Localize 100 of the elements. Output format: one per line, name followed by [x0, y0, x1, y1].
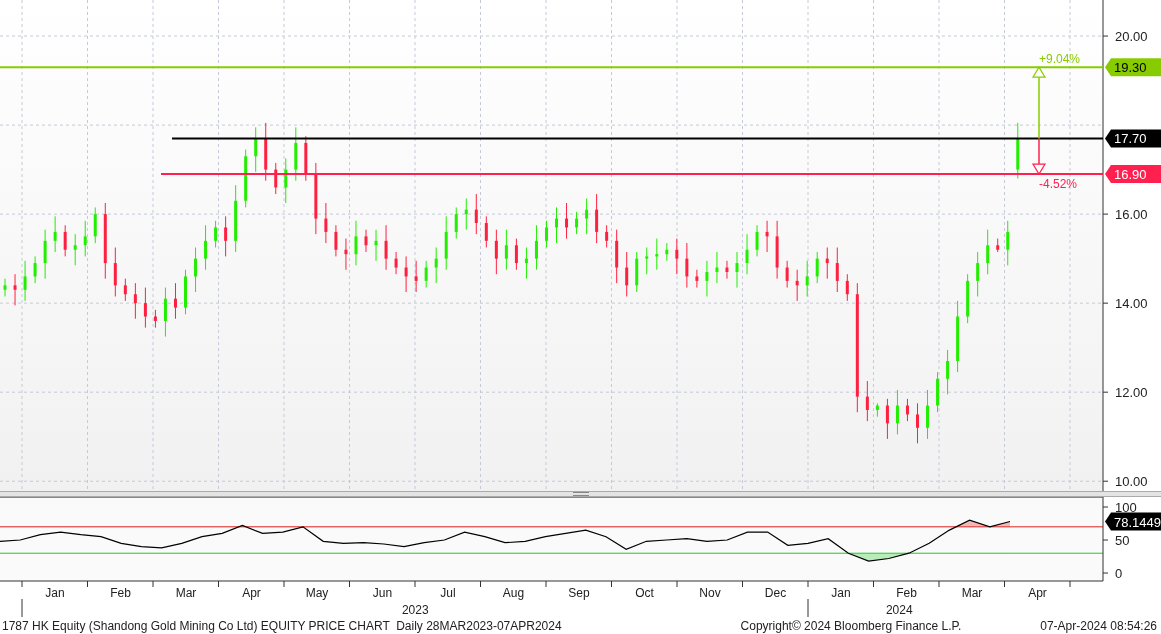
axis-label: 20.00 — [1115, 29, 1148, 45]
candlestick — [996, 238, 1000, 253]
ref-line-label: 19.30 — [1114, 60, 1147, 76]
candlestick — [966, 273, 970, 324]
ref-line-label: 16.90 — [1114, 167, 1147, 183]
candlestick — [73, 233, 77, 266]
candlestick — [1006, 220, 1010, 266]
axis-label: 50 — [1115, 533, 1130, 548]
candlestick — [565, 202, 569, 240]
candlestick — [454, 206, 458, 240]
candlestick — [434, 247, 438, 284]
candlestick — [254, 126, 258, 173]
candlestick — [354, 220, 358, 266]
candlestick — [514, 238, 518, 271]
candlestick — [304, 135, 308, 182]
candlestick — [534, 224, 538, 271]
candlestick — [444, 215, 448, 271]
candlestick — [3, 278, 7, 297]
candlestick — [976, 251, 980, 297]
percent-label: +9.04% — [1039, 52, 1081, 67]
level-line[interactable] — [171, 137, 1104, 140]
candlestick — [274, 162, 278, 195]
candlestick — [885, 398, 889, 440]
candlestick — [194, 247, 198, 293]
candlestick — [645, 247, 649, 275]
candlestick — [364, 229, 368, 253]
candlestick — [655, 238, 659, 271]
candlestick — [715, 251, 719, 284]
month-label: May — [305, 586, 329, 600]
candlestick — [484, 215, 488, 248]
candlestick — [344, 238, 348, 271]
candlestick — [163, 287, 167, 338]
candlestick — [735, 251, 739, 289]
candlestick — [675, 238, 679, 275]
candlestick — [494, 229, 498, 275]
candlestick — [404, 255, 408, 293]
month-label: Feb — [110, 586, 131, 600]
price-tag: 16.90 — [1105, 165, 1161, 184]
month-label: Jul — [440, 586, 456, 600]
month-label: Mar — [175, 586, 197, 600]
candlestick — [905, 398, 909, 422]
candlestick — [414, 260, 418, 293]
month-label: Dec — [764, 586, 787, 600]
candlestick — [665, 242, 669, 262]
candlestick — [725, 260, 729, 280]
candlestick — [93, 206, 97, 244]
candlestick — [43, 229, 47, 280]
candlestick — [916, 402, 919, 444]
candlestick — [23, 260, 27, 302]
candlestick — [334, 224, 338, 257]
candlestick — [264, 122, 268, 182]
candlestick — [214, 220, 218, 248]
candlestick — [835, 247, 839, 293]
candlestick — [825, 247, 829, 280]
axis-label: 14.00 — [1115, 296, 1148, 312]
candlestick — [224, 215, 228, 257]
candlestick — [575, 211, 579, 235]
candlestick — [153, 309, 157, 329]
level-line[interactable] — [160, 173, 1104, 176]
month-label: Sep — [568, 586, 590, 600]
candlestick — [685, 242, 689, 289]
candlestick — [294, 126, 298, 182]
candlestick — [374, 229, 378, 262]
candlestick — [234, 184, 238, 253]
candlestick — [424, 260, 428, 289]
candlestick — [83, 220, 87, 257]
year-label: 2023 — [401, 603, 429, 617]
axis-label: 0 — [1115, 566, 1123, 581]
axis-label: 10.00 — [1115, 474, 1148, 490]
candlestick — [595, 193, 599, 244]
candlestick — [53, 215, 57, 253]
candlestick — [143, 287, 147, 329]
candlestick — [113, 247, 117, 297]
candlestick — [123, 278, 127, 302]
value-tag: 78.1449 — [1105, 512, 1161, 531]
axis-label: 16.00 — [1115, 207, 1148, 223]
candlestick — [936, 371, 940, 413]
candlestick — [324, 202, 328, 244]
candlestick — [464, 198, 468, 231]
year-label: 2024 — [885, 603, 913, 617]
candlestick — [615, 229, 619, 284]
month-label: Jun — [372, 586, 393, 600]
copyright-text: Copyright© 2024 Bloomberg Finance L.P. — [740, 618, 962, 633]
candlestick — [585, 198, 589, 235]
candlestick — [384, 224, 388, 271]
candlestick — [986, 229, 990, 275]
candlestick — [63, 224, 67, 257]
candlestick — [284, 157, 288, 204]
month-label: Apr — [242, 586, 261, 600]
candlestick — [705, 260, 709, 297]
candlestick — [845, 273, 849, 302]
candlestick — [174, 282, 177, 320]
month-label: Feb — [896, 586, 917, 600]
candlestick — [695, 269, 699, 289]
candlestick — [1016, 122, 1020, 179]
candlestick — [755, 224, 759, 257]
timestamp: 07-Apr-2024 08:54:26 — [1040, 618, 1157, 633]
candlestick — [33, 255, 37, 284]
chart-title: 1787 HK Equity (Shandong Gold Mining Co Ltd) EQUITY PRICE CHART Daily 28MAR2023-07APR2024 — [2, 618, 562, 633]
candlestick — [133, 282, 137, 320]
